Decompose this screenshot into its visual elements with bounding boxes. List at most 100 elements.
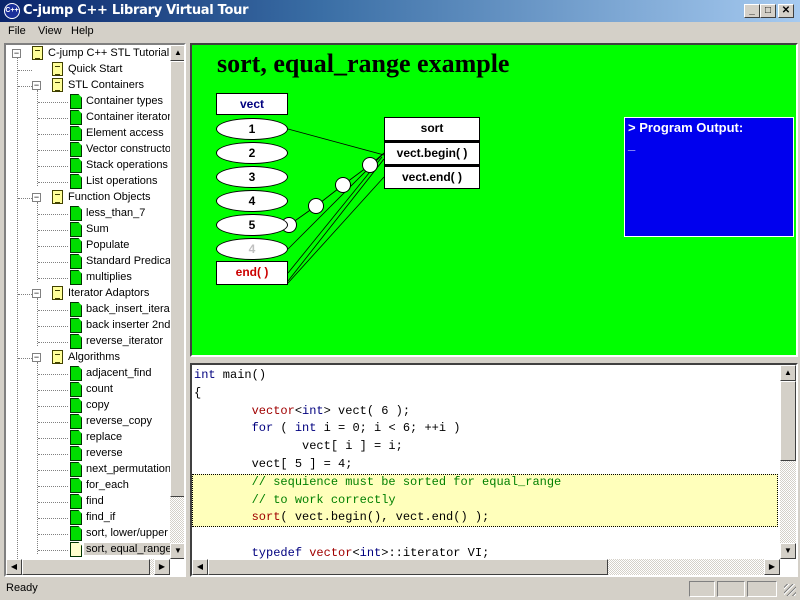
page-icon (70, 318, 82, 333)
tree-item-label: back_insert_iteral (86, 303, 170, 315)
tree-item[interactable]: − Function Objects (6, 190, 170, 282)
code-scroll-up-button[interactable]: ▲ (780, 365, 796, 381)
code-line: sort( vect.begin(), vect.end() ); (194, 509, 778, 527)
tree-item[interactable]: find_if (6, 510, 170, 526)
program-output-console: > Program Output: _ (624, 117, 794, 237)
tree-item[interactable]: List operations (6, 174, 170, 190)
tree-item-label: adjacent_find (86, 367, 152, 379)
code-token: // to work correctly (251, 492, 396, 507)
expand-collapse-icon[interactable]: − (32, 193, 41, 202)
page-icon (70, 446, 82, 461)
page-icon (70, 478, 82, 493)
close-button[interactable]: ✕ (778, 4, 794, 18)
page-icon (70, 222, 82, 237)
page-icon (70, 494, 82, 509)
tree-item[interactable]: reverse (6, 446, 170, 462)
tree-item-label: find_if (86, 511, 116, 523)
tree-scroll-down-button[interactable]: ▼ (170, 543, 184, 559)
tree-scroll-right-button[interactable]: ▶ (154, 559, 170, 575)
tree-item[interactable]: for_each (6, 478, 170, 494)
iteration-step-marker (362, 157, 378, 173)
code-token: typedef (251, 545, 303, 560)
tree-item[interactable]: sort, equal_range (6, 542, 170, 558)
status-pane-2 (717, 581, 745, 597)
book-icon (49, 62, 63, 80)
tree-hscroll-thumb[interactable] (22, 559, 150, 575)
tree-item[interactable]: − Algorithms (6, 350, 170, 554)
code-hscroll-thumb[interactable] (208, 559, 608, 575)
tree-vscroll-thumb[interactable] (170, 61, 184, 497)
menu-help[interactable]: Help (71, 25, 94, 37)
tree-item[interactable]: − STL Containers (6, 78, 170, 186)
tree-item-label: reverse_iterator (86, 335, 164, 347)
tree-line (38, 326, 68, 327)
begin-link-line (287, 128, 385, 156)
vector-element: 1 (216, 118, 288, 140)
resize-grip-icon[interactable] (784, 584, 796, 596)
minimize-button[interactable]: _ (744, 4, 760, 18)
tree-item[interactable]: Populate (6, 238, 170, 254)
tree-line (38, 150, 68, 151)
tree-item[interactable]: reverse_iterator (6, 334, 170, 350)
tree-item-label: back inserter 2nd (86, 319, 170, 331)
tree-item[interactable]: multiplies (6, 270, 170, 286)
tree-item[interactable]: Element access (6, 126, 170, 142)
page-icon (70, 510, 82, 525)
tree-item[interactable]: replace (6, 430, 170, 446)
expand-collapse-icon[interactable]: − (32, 289, 41, 298)
tree-item[interactable]: reverse_copy (6, 414, 170, 430)
tree-item[interactable]: Sum (6, 222, 170, 238)
code-token: ( vect.begin(), vect.end() ); (280, 510, 490, 525)
tree-item[interactable]: Container types (6, 94, 170, 110)
code-token: >::iterator VI; (381, 545, 490, 560)
menu-view[interactable]: View (38, 25, 62, 37)
tree-scroll-up-button[interactable]: ▲ (170, 45, 184, 61)
code-scroll-down-button[interactable]: ▼ (780, 543, 796, 559)
tree-item[interactable]: sort, lower/upper (6, 526, 170, 542)
tree-line (38, 454, 68, 455)
tree-item[interactable]: less_than_7 (6, 206, 170, 222)
code-token: int (194, 368, 216, 382)
code-token: ( (273, 421, 295, 436)
page-icon (70, 414, 82, 429)
source-code-view[interactable]: int main(){ vector<int> vect( 6 ); for (… (190, 363, 798, 577)
title-bar[interactable]: C++ C-jump C++ Library Virtual Tour _ □ … (0, 0, 800, 22)
tree-item[interactable]: back inserter 2nd (6, 318, 170, 334)
tree-item[interactable]: Container iterator (6, 110, 170, 126)
expand-collapse-icon[interactable]: − (32, 353, 41, 362)
code-scroll-left-button[interactable]: ◀ (192, 559, 208, 575)
page-icon (70, 174, 82, 189)
end-iterator-box: end( ) (216, 261, 288, 285)
window-title: C-jump C++ Library Virtual Tour (23, 3, 249, 18)
tree-item[interactable]: adjacent_find (6, 366, 170, 382)
menu-file[interactable]: File (8, 25, 26, 37)
tree-line (38, 310, 68, 311)
tree-item[interactable]: find (6, 494, 170, 510)
code-line: // to work correctly (194, 492, 778, 510)
tree-item[interactable]: Standard Predicat (6, 254, 170, 270)
code-line: for ( int i = 0; i < 6; ++i ) (194, 420, 778, 438)
page-icon (70, 398, 82, 413)
tree-item-label: Standard Predicat (86, 255, 170, 267)
tree-item[interactable]: count (6, 382, 170, 398)
status-bar: Ready (0, 578, 800, 600)
tree-item-label: for_each (86, 479, 129, 491)
tree-line (38, 502, 68, 503)
code-vscroll-thumb[interactable] (780, 381, 796, 461)
tree-item[interactable]: − Iterator Adaptors (6, 286, 170, 346)
maximize-button[interactable]: □ (760, 4, 776, 18)
tree-root[interactable]: − C-jump C++ STL Tutorial (6, 46, 170, 64)
tree-item[interactable]: back_insert_iteral (6, 302, 170, 318)
tree-line (18, 86, 32, 87)
code-scroll-right-button[interactable]: ▶ (764, 559, 780, 575)
expand-collapse-icon[interactable]: − (32, 81, 41, 90)
tree-scroll-left-button[interactable]: ◀ (6, 559, 22, 575)
tree-item[interactable]: Quick Start (6, 62, 170, 80)
tree-item[interactable]: next_permutation (6, 462, 170, 478)
tree-item[interactable]: Stack operations (6, 158, 170, 174)
current-page-icon (70, 542, 82, 557)
tree-item[interactable]: copy (6, 398, 170, 414)
tree-item[interactable]: Vector constructo (6, 142, 170, 158)
